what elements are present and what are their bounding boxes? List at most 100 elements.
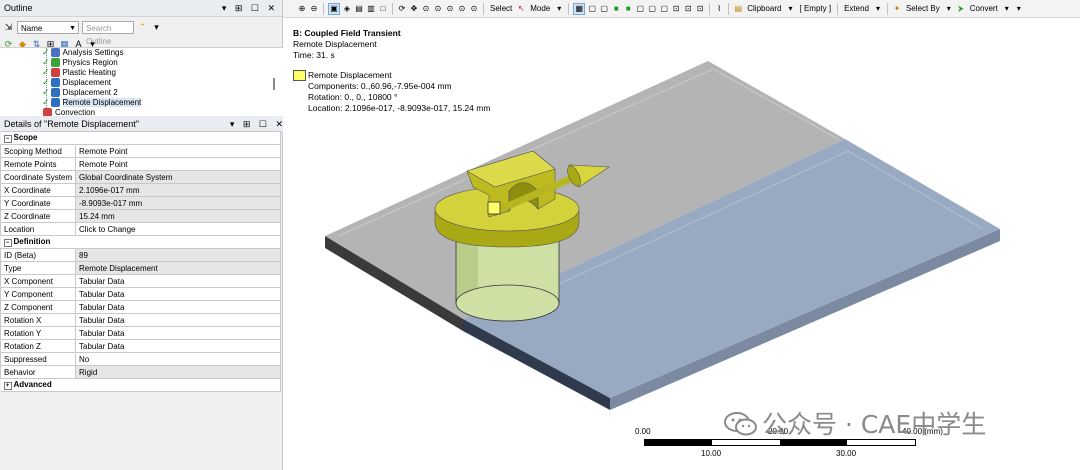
table-row[interactable]: ID (Beta) 89 (0, 248, 281, 262)
collapse-icon[interactable]: − (3, 239, 12, 247)
view-icon[interactable]: ▤ (354, 4, 364, 14)
zoom-icon[interactable]: ⊙ (421, 4, 431, 14)
check-icon: ✓ (42, 57, 50, 67)
expand-icon[interactable]: + (3, 382, 12, 390)
outline-tree: ✓ Analysis Settings ✓ Physics Region ✓ Plas… (0, 47, 283, 116)
select-node-icon[interactable]: ■ (623, 4, 633, 14)
extend-button[interactable]: Extend (842, 4, 871, 13)
view-icon[interactable]: □ (378, 4, 388, 14)
model-view[interactable] (283, 19, 1080, 470)
table-row[interactable]: Remote Points Remote Point (0, 157, 281, 171)
tree-item-analysis-settings[interactable]: ✓ Analysis Settings (42, 47, 123, 58)
table-row[interactable]: Scoping Method Remote Point (0, 144, 281, 158)
magnifier-icon[interactable]: ⊙ (469, 4, 479, 14)
details-grid: − Scope Scoping Method Remote Point Remote… (0, 131, 281, 392)
empty-label: [ Empty ] (799, 4, 832, 13)
table-row[interactable]: Y Component Tabular Data (0, 287, 281, 301)
panel-controls[interactable]: ▾ ⊞ ☐ ✕ (230, 116, 286, 132)
chevron-down-icon[interactable]: ▾ (944, 4, 954, 14)
select-body-icon[interactable]: ■ (611, 4, 621, 14)
table-row[interactable]: Type Remote Displacement (0, 261, 281, 275)
tree-item-physics-region[interactable]: ✓ Physics Region (42, 57, 118, 68)
panel-controls[interactable]: ▾ ⊞ ☐ ✕ (222, 0, 278, 16)
rotate-icon[interactable]: ⟳ (397, 4, 407, 14)
table-row[interactable]: Behavior Rigid (0, 365, 281, 379)
details-title: Details of "Remote Displacement" (4, 119, 139, 129)
view-icon[interactable]: ▥ (366, 4, 376, 14)
tree-item-plastic-heating[interactable]: ✓ Plastic Heating (42, 67, 116, 78)
filter-combo[interactable]: Name ▼ (17, 20, 79, 34)
mode-button[interactable]: Mode (528, 4, 552, 13)
toolbar-overflow-icon[interactable]: ▾ (1014, 4, 1024, 14)
search-options-icon[interactable]: ⌃ (137, 22, 148, 33)
table-row[interactable]: Location Click to Change (0, 222, 281, 236)
view-icon[interactable]: ▣ (328, 2, 340, 15)
table-row[interactable]: Y Coordinate -8.9093e-017 mm (0, 196, 281, 210)
table-row[interactable]: Suppressed No (0, 352, 281, 366)
table-row[interactable]: Rotation Z Tabular Data (0, 339, 281, 353)
table-row[interactable]: Z Component Tabular Data (0, 300, 281, 314)
chevron-down-icon[interactable]: ▾ (554, 4, 564, 14)
select-face-icon[interactable]: ▢ (599, 4, 609, 14)
remote-point-marker[interactable] (487, 201, 501, 215)
table-row[interactable]: Coordinate System Global Coordinate Syste… (0, 170, 281, 184)
scale-label: 0.00 (635, 427, 651, 436)
select-edge-icon[interactable]: ▢ (587, 4, 597, 14)
check-icon: ✓ (42, 67, 50, 77)
check-icon: ✓ (42, 87, 50, 97)
tree-item-remote-displacement[interactable]: ✓ Remote Displacement (42, 97, 142, 108)
table-row[interactable]: Z Coordinate 15.24 mm (0, 209, 281, 223)
select-by-button[interactable]: Select By (904, 4, 942, 13)
outline-title: Outline (4, 3, 33, 13)
search-input[interactable]: Search Outline (82, 20, 134, 46)
section-advanced[interactable]: + Advanced (0, 378, 281, 392)
select-element-icon[interactable]: ▢ (635, 4, 645, 14)
check-icon: ✓ (42, 47, 50, 57)
chart-icon[interactable]: ⌇ (714, 4, 724, 14)
left-panel: Outline ▾ ⊞ ☐ ✕ ⇲ Name ▼ Search Outline ⌃… (0, 0, 290, 470)
scale-label: 10.00 (701, 449, 722, 458)
section-definition[interactable]: − Definition (0, 235, 281, 249)
outline-filter-row: ⇲ Name ▼ Search Outline ⌃ ▾ (0, 17, 282, 46)
zoom-in-icon[interactable]: ⊕ (297, 4, 307, 14)
clipboard-icon[interactable]: ▤ (733, 4, 743, 14)
zoom-out-icon[interactable]: ⊖ (309, 4, 319, 14)
select-vertex-icon[interactable]: ▦ (573, 2, 586, 15)
graphics-viewport[interactable]: B: Coupled Field Transient Remote Displa… (283, 19, 1080, 470)
table-row[interactable]: X Component Tabular Data (0, 274, 281, 288)
tree-item-displacement-2[interactable]: ✓ Displacement 2 (42, 87, 118, 98)
select-element-face-icon[interactable]: ▢ (647, 4, 657, 14)
tree-item-displacement[interactable]: ✓ Displacement (42, 77, 111, 88)
select-icon[interactable]: ⊡ (671, 4, 681, 14)
select-button[interactable]: Select (488, 4, 514, 13)
select-by-icon[interactable]: ✦ (892, 4, 902, 14)
collapse-icon[interactable]: − (3, 135, 12, 143)
graphics-toolbar: ⊕ ⊖ ▣ ◈ ▤ ▥ □ ⟳ ✥ ⊙ ⊙ ⊙ ⊙ ⊙ Select ↖ Mod… (283, 0, 1080, 18)
scale-label: 30.00 (836, 449, 857, 458)
tree-item-convection[interactable]: Convection (42, 107, 95, 116)
watermark-text: 公众号 · CAE中学生 (762, 410, 987, 439)
convection-icon (43, 108, 52, 116)
select-icon[interactable]: ⊡ (695, 4, 705, 14)
zoom-fit-icon[interactable]: ⊙ (445, 4, 455, 14)
convert-button[interactable]: Convert (968, 4, 1000, 13)
clipboard-button[interactable]: Clipboard (745, 4, 783, 13)
chevron-down-icon[interactable]: ▾ (873, 4, 883, 14)
zoom-box-icon[interactable]: ⊙ (433, 4, 443, 14)
section-scope[interactable]: − Scope (0, 131, 281, 145)
view-icon[interactable]: ◈ (342, 4, 352, 14)
convert-icon[interactable]: ⮞ (956, 4, 966, 14)
pan-icon[interactable]: ✥ (409, 4, 419, 14)
cursor-icon[interactable]: ↖ (516, 4, 526, 14)
chevron-down-icon[interactable]: ▾ (1002, 4, 1012, 14)
dropdown-icon[interactable]: ▾ (151, 22, 162, 33)
table-row[interactable]: X Coordinate 2.1096e-017 mm (0, 183, 281, 197)
magnifier-icon[interactable]: ⊙ (457, 4, 467, 14)
select-mesh-icon[interactable]: ▢ (659, 4, 669, 14)
wechat-logo-icon (724, 412, 757, 436)
chevron-down-icon[interactable]: ▾ (786, 4, 796, 14)
table-row[interactable]: Rotation X Tabular Data (0, 313, 281, 327)
tree-scrollbar[interactable] (273, 78, 275, 90)
select-icon[interactable]: ⊡ (683, 4, 693, 14)
table-row[interactable]: Rotation Y Tabular Data (0, 326, 281, 340)
